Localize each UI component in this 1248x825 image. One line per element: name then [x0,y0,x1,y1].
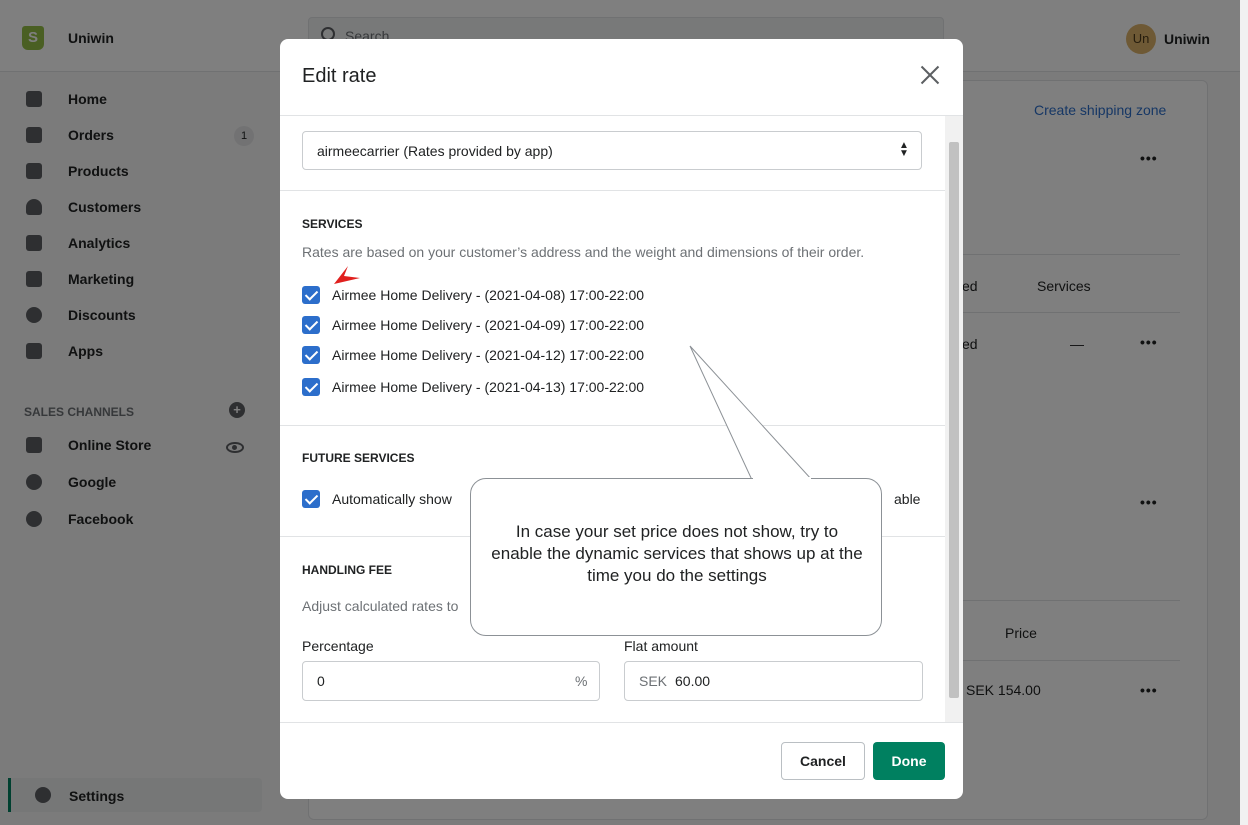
modal-footer: Cancel Done [280,722,963,799]
carrier-select-value: airmeecarrier (Rates provided by app) [317,143,553,159]
services-heading: SERVICES [302,217,363,231]
close-icon[interactable] [918,63,942,87]
modal-scrollbar-thumb[interactable] [949,142,959,698]
percentage-value: 0 [317,673,325,689]
service-label: Airmee Home Delivery - (2021-04-12) 17:0… [332,347,645,363]
handling-fee-heading: HANDLING FEE [302,563,392,577]
cancel-button[interactable]: Cancel [781,742,865,780]
checkbox-checked[interactable] [302,286,320,304]
divider [280,190,945,191]
red-arrow-icon [334,266,360,284]
modal-scrollbar[interactable] [945,116,963,722]
callout-text: In case your set price does not show, tr… [491,522,863,585]
done-button[interactable]: Done [873,742,945,780]
future-services-label: Automatically show [332,491,452,507]
edit-rate-modal: Edit rate airmeecarrier (Rates provided … [280,39,963,799]
future-services-label-end: able [894,491,921,507]
callout-bubble: In case your set price does not show, tr… [470,478,882,636]
service-label: Airmee Home Delivery - (2021-04-13) 17:0… [332,379,645,395]
percentage-label: Percentage [302,638,374,654]
checkbox-checked[interactable] [302,490,320,508]
page-scrollbar[interactable] [1240,0,1248,825]
future-services-heading: FUTURE SERVICES [302,451,415,465]
divider [280,425,945,426]
service-label: Airmee Home Delivery - (2021-04-08) 17:0… [332,287,645,303]
flat-amount-value: 60.00 [675,673,711,689]
flat-amount-label: Flat amount [624,638,698,654]
checkbox-checked[interactable] [302,346,320,364]
handling-fee-description: Adjust calculated rates to [302,598,459,614]
select-arrows-icon: ▲ ▼ [899,140,909,159]
carrier-select[interactable]: airmeecarrier (Rates provided by app) ▲ ▼ [302,131,922,170]
currency-prefix: SEK [639,673,668,689]
flat-amount-input[interactable]: SEK 60.00 [624,661,923,701]
checkbox-checked[interactable] [302,316,320,334]
modal-title: Edit rate [302,65,377,87]
services-description: Rates are based on your customer’s addre… [302,244,865,260]
service-label: Airmee Home Delivery - (2021-04-09) 17:0… [332,317,645,333]
percentage-input[interactable]: 0 % [302,661,600,701]
modal-header: Edit rate [280,39,963,116]
checkbox-checked[interactable] [302,378,320,396]
percent-suffix: % [575,673,588,689]
